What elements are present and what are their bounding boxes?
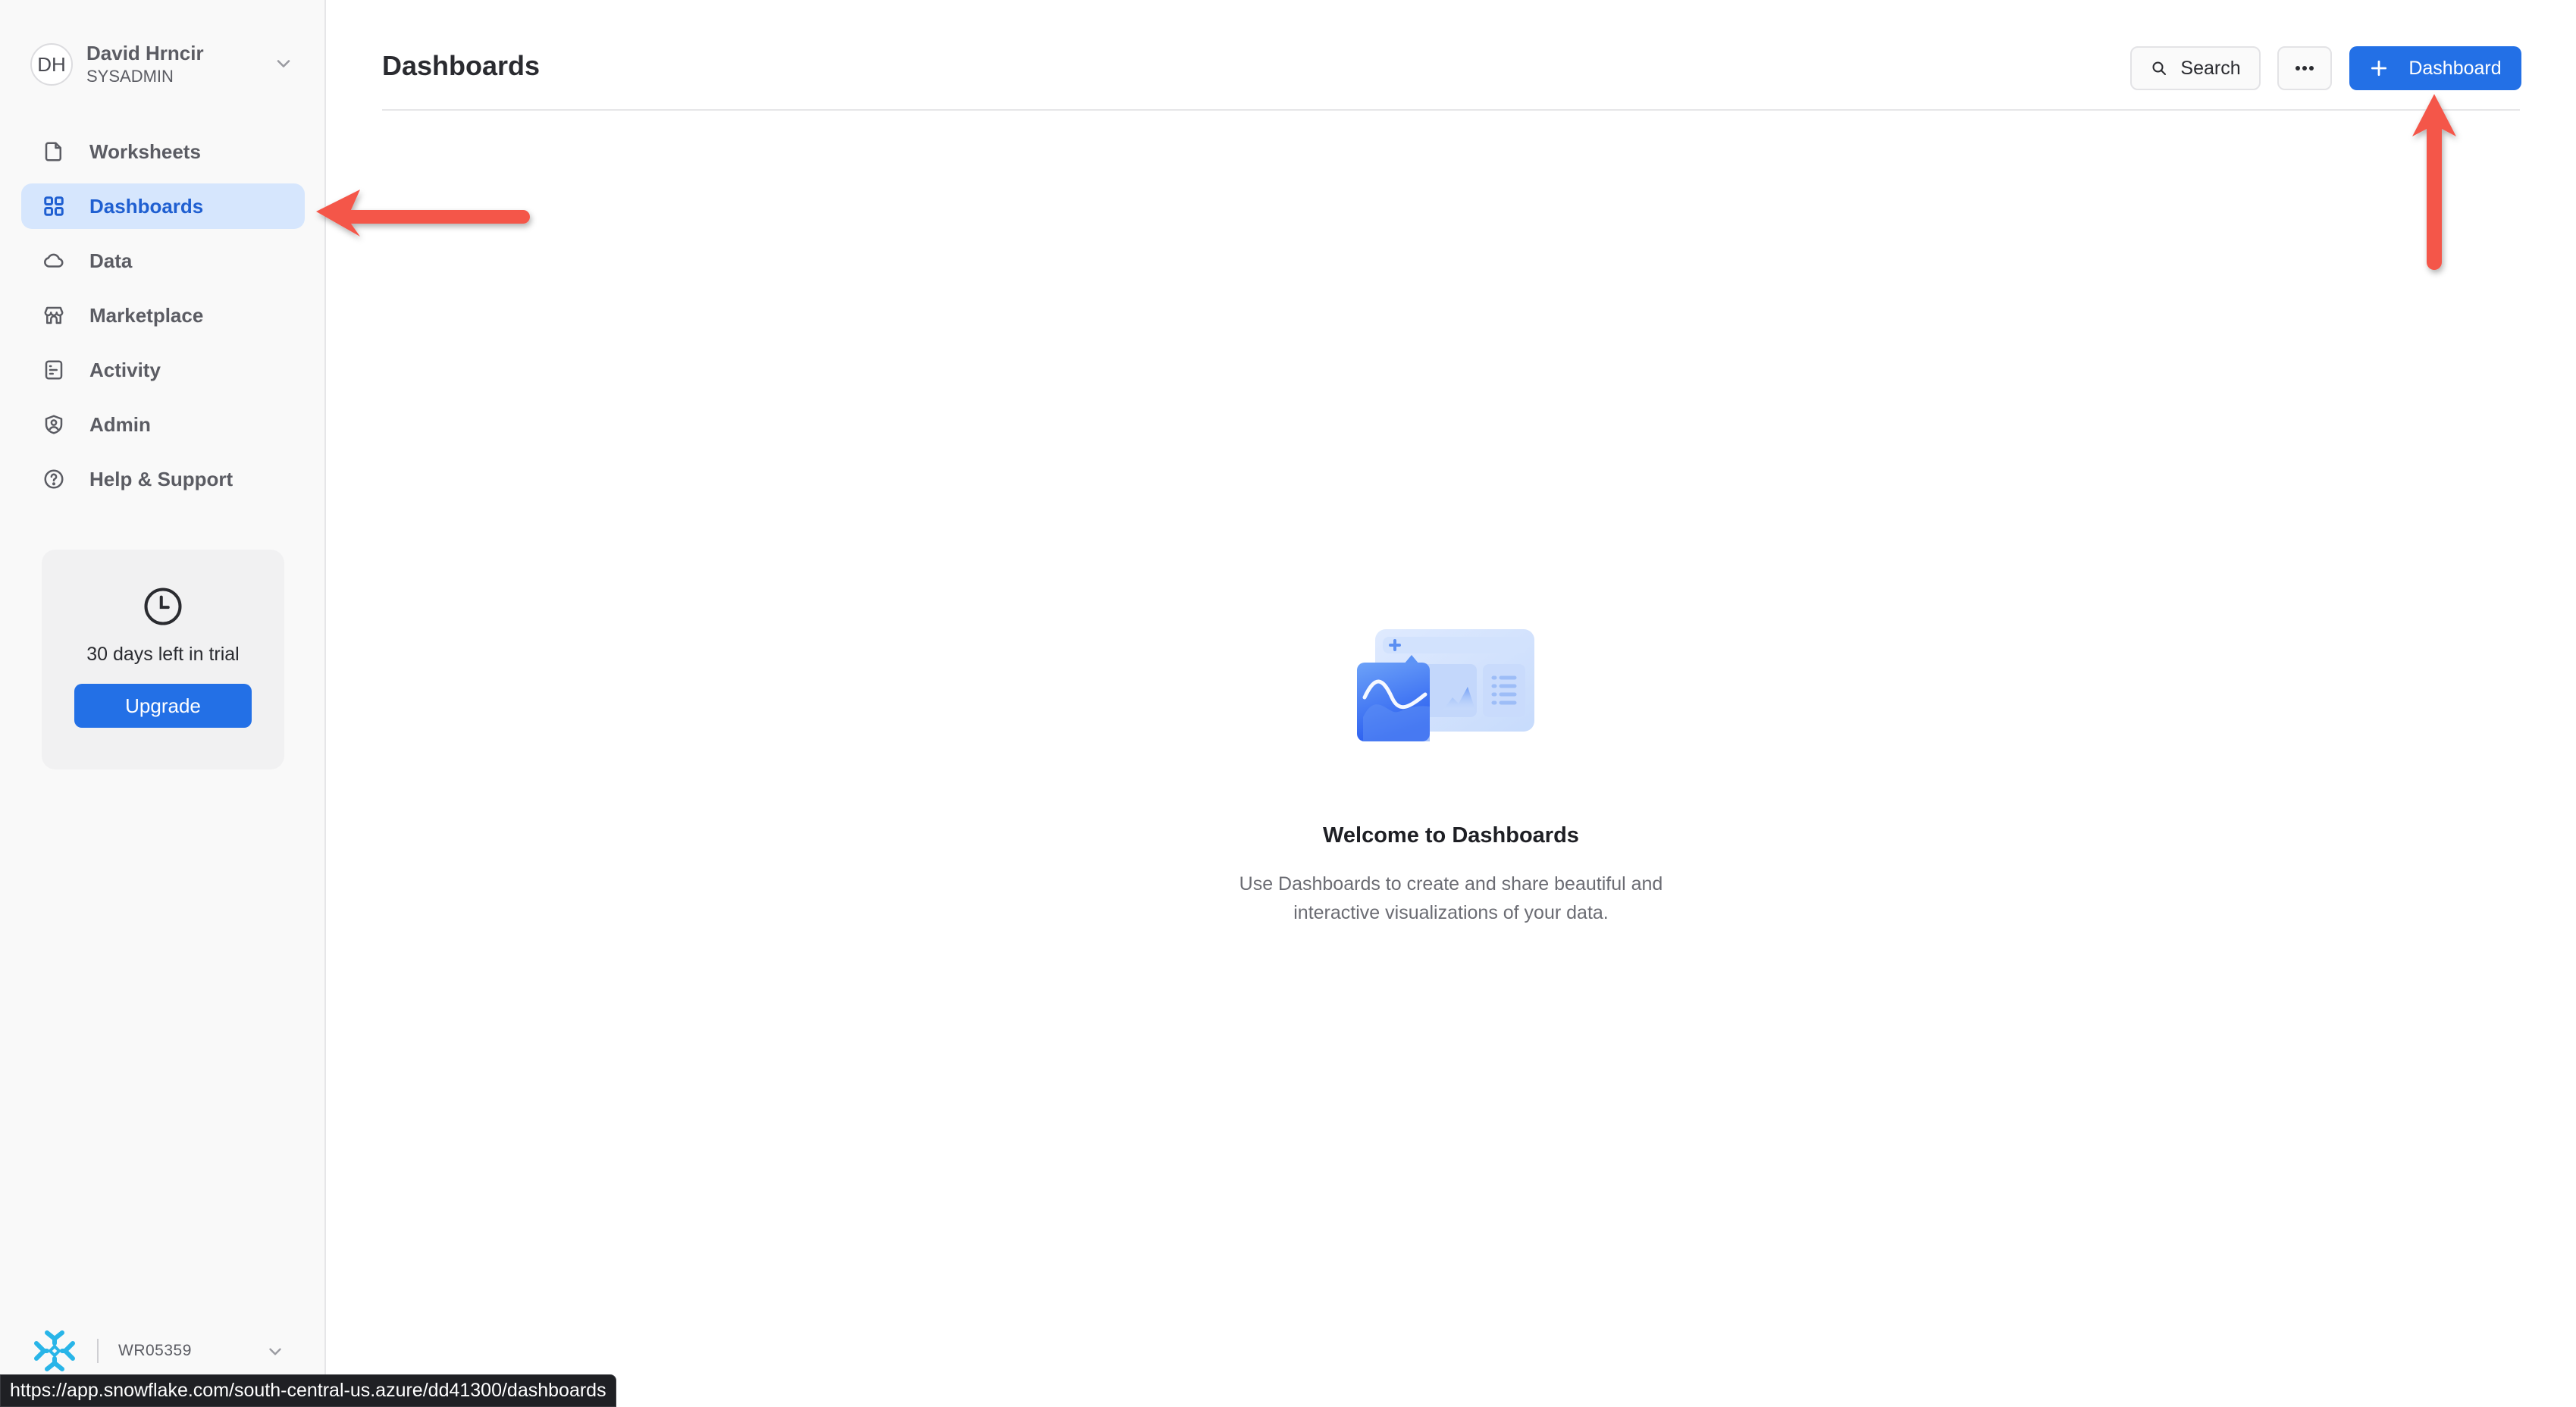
search-button[interactable]: Search: [2130, 46, 2261, 90]
sidebar-item-help-support[interactable]: Help & Support: [21, 456, 305, 502]
sidebar-item-label: Worksheets: [89, 139, 201, 163]
divider: [97, 1339, 99, 1363]
chevron-down-icon: [269, 1348, 281, 1355]
page-title: Dashboards: [382, 50, 541, 81]
status-bar-url: https://app.snowflake.com/south-central-…: [0, 1374, 616, 1407]
shield-user-icon: [42, 413, 65, 436]
chevron-down-icon: [277, 60, 290, 67]
account-name: WR05359: [118, 1342, 192, 1359]
empty-state: Welcome to Dashboards Use Dashboards to …: [326, 622, 2576, 927]
empty-state-description: Use Dashboards to create and share beaut…: [1239, 873, 1663, 923]
sidebar-item-label: Dashboards: [89, 194, 204, 218]
plus-icon: [2371, 60, 2387, 77]
cloud-icon: [42, 249, 65, 272]
search-icon: [2152, 61, 2167, 75]
snowflake-logo-icon: [34, 1330, 75, 1371]
sidebar-item-marketplace[interactable]: Marketplace: [21, 293, 305, 338]
sidebar-item-label: Help & Support: [89, 467, 233, 490]
dashboard-illustration-icon: [1357, 629, 1534, 741]
activity-log-icon: [42, 359, 65, 381]
file-icon: [42, 140, 65, 163]
sidebar-item-label: Admin: [89, 412, 151, 436]
main-content: Dashboards Search Dashboard Welcome to D…: [326, 0, 2576, 1407]
app-window: DH David Hrncir SYSADMIN Worksheets Dash…: [0, 0, 2576, 1407]
more-options-button[interactable]: [2277, 46, 2332, 90]
grid-icon: [42, 195, 65, 218]
sidebar-item-label: Marketplace: [89, 303, 204, 327]
sidebar-item-data[interactable]: Data: [21, 238, 305, 284]
header-divider: [382, 109, 2520, 111]
sidebar-item-label: Data: [89, 249, 133, 272]
account-switcher[interactable]: WR05359: [30, 1327, 296, 1375]
user-info: David Hrncir SYSADMIN: [86, 41, 204, 88]
sidebar: DH David Hrncir SYSADMIN Worksheets Dash…: [0, 0, 326, 1407]
user-role: SYSADMIN: [86, 67, 174, 86]
upgrade-button[interactable]: Upgrade: [74, 684, 252, 728]
sidebar-item-worksheets[interactable]: Worksheets: [21, 129, 305, 174]
create-dashboard-label: Dashboard: [2408, 57, 2502, 79]
trial-days-left: 30 days left in trial: [86, 644, 240, 665]
search-label: Search: [2180, 57, 2241, 79]
user-menu[interactable]: DH David Hrncir SYSADMIN: [30, 39, 303, 89]
empty-state-title: Welcome to Dashboards: [1323, 823, 1579, 848]
sidebar-item-admin[interactable]: Admin: [21, 402, 305, 447]
sidebar-nav: Worksheets Dashboards Data Marketplace A…: [21, 129, 305, 511]
help-circle-icon: [42, 468, 65, 490]
create-dashboard-button[interactable]: Dashboard: [2349, 46, 2521, 90]
trial-card: 30 days left in trial Upgrade: [42, 550, 284, 769]
user-name: David Hrncir: [86, 42, 204, 64]
storefront-icon: [42, 304, 65, 327]
sidebar-item-dashboards[interactable]: Dashboards: [21, 183, 305, 229]
clock-icon: [144, 588, 182, 625]
sidebar-item-activity[interactable]: Activity: [21, 347, 305, 393]
ellipsis-icon: [2296, 66, 2314, 71]
sidebar-item-label: Activity: [89, 358, 161, 381]
avatar: DH: [30, 43, 73, 86]
